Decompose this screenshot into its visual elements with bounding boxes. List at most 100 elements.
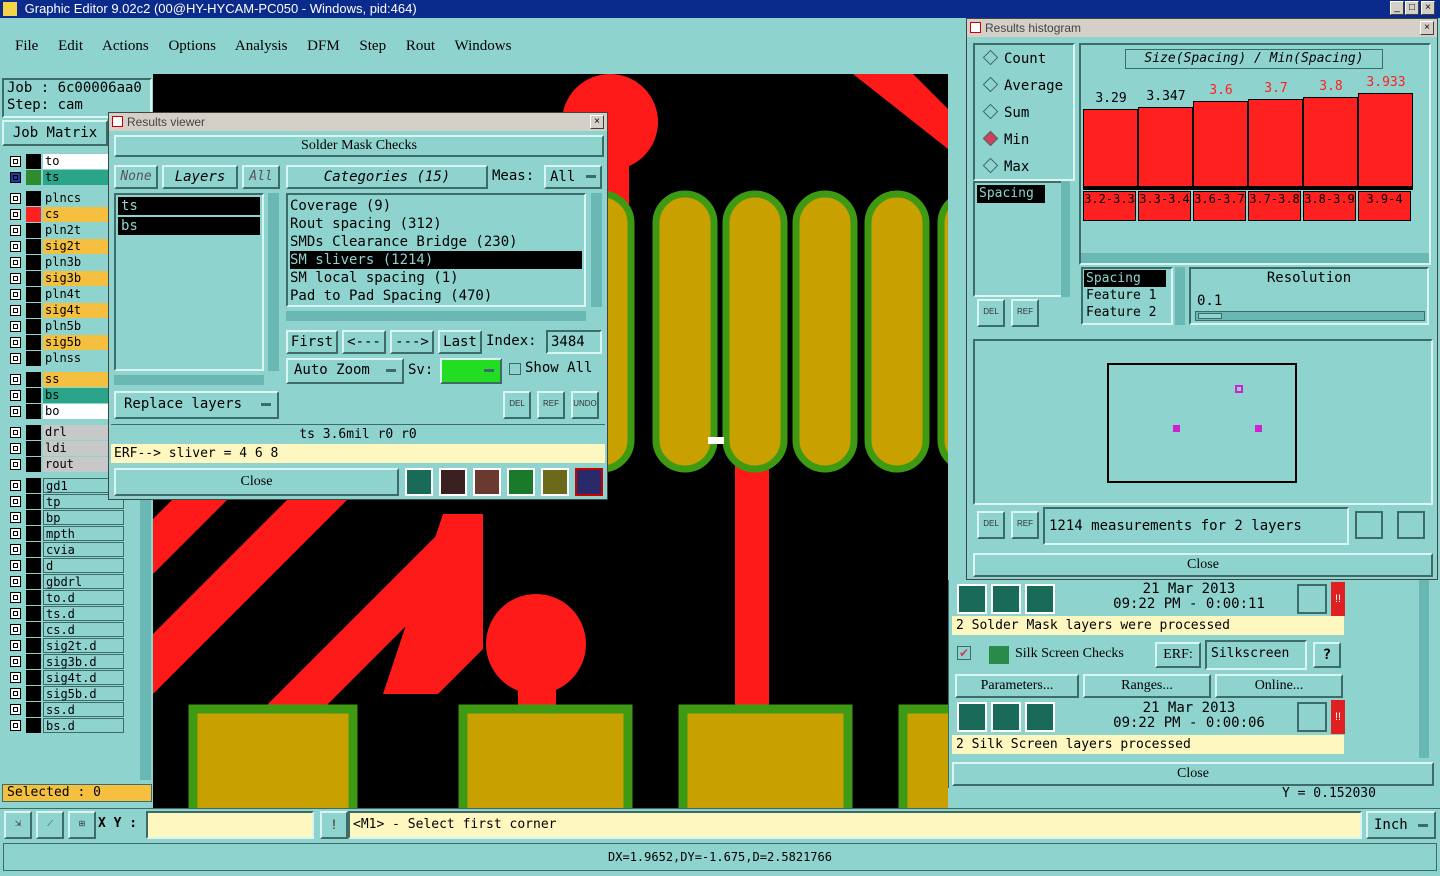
category-item[interactable]: SMDs Clearance Bridge (230)	[290, 233, 582, 251]
layer-checkbox[interactable]	[10, 496, 21, 507]
layer-color-swatch[interactable]	[26, 255, 41, 270]
layer-checkbox[interactable]	[10, 156, 21, 167]
layer-row-ss-d[interactable]: ss.d	[8, 702, 126, 718]
fit-results-icon[interactable]	[1397, 511, 1425, 539]
layer-checkbox[interactable]	[10, 640, 21, 651]
report-icon[interactable]	[405, 468, 433, 496]
menu-windows[interactable]: Windows	[455, 38, 512, 54]
ref-cancel-icon[interactable]	[473, 468, 501, 496]
layer-color-swatch[interactable]	[26, 303, 41, 318]
menu-dfm[interactable]: DFM	[307, 38, 340, 54]
overview-map[interactable]	[973, 339, 1433, 505]
layer-name[interactable]: sig3b.d	[43, 654, 124, 669]
severity-dropdown[interactable]	[440, 358, 502, 384]
layer-color-swatch[interactable]	[26, 207, 41, 222]
layer-checkbox[interactable]	[10, 592, 21, 603]
job-matrix-button[interactable]: Job Matrix	[2, 120, 108, 146]
auto-zoom-dropdown[interactable]: Auto Zoom	[286, 358, 404, 384]
layer-name[interactable]: sig4t.d	[43, 670, 124, 685]
field-item[interactable]: Feature 1	[1084, 287, 1170, 304]
layer-color-swatch[interactable]	[26, 686, 41, 701]
hist-del-button[interactable]: DEL	[977, 299, 1005, 327]
layer-checkbox[interactable]	[10, 672, 21, 683]
layer-checkbox[interactable]	[10, 209, 21, 220]
all-layers-button[interactable]: All	[242, 165, 280, 189]
checks-close-button[interactable]: Close	[952, 762, 1434, 786]
option-average[interactable]: Average	[982, 76, 1063, 94]
menu-step[interactable]: Step	[359, 38, 386, 54]
layer-name[interactable]: d	[43, 558, 124, 573]
layer-color-swatch[interactable]	[26, 526, 41, 541]
layer-checkbox[interactable]	[10, 528, 21, 539]
category-item-selected[interactable]: SM slivers (1214)	[290, 251, 582, 269]
layer-results-list[interactable]: ts bs	[114, 193, 264, 371]
layer-color-swatch[interactable]	[26, 457, 41, 472]
layer-color-swatch[interactable]	[26, 590, 41, 605]
measure-icon[interactable]: ⟋	[36, 811, 64, 839]
layer-checkbox[interactable]	[10, 459, 21, 470]
option-sum[interactable]: Sum	[982, 103, 1029, 121]
layer-color-swatch[interactable]	[26, 223, 41, 238]
layer-name[interactable]: cvia	[43, 542, 124, 557]
resolution-slider[interactable]	[1195, 311, 1425, 321]
layer-checkbox[interactable]	[10, 608, 21, 619]
layer-checkbox[interactable]	[10, 390, 21, 401]
erf-value[interactable]: Silkscreen	[1205, 640, 1307, 670]
layer-name[interactable]: cs.d	[43, 622, 124, 637]
chart-hscrollbar[interactable]	[1081, 253, 1429, 263]
layer-color-swatch[interactable]	[26, 319, 41, 334]
undo-button[interactable]: UNDO	[571, 391, 599, 419]
run-check-icon[interactable]	[991, 702, 1021, 732]
show-all-checkbox[interactable]	[509, 363, 521, 375]
menu-edit[interactable]: Edit	[58, 38, 83, 54]
notes-icon[interactable]	[541, 468, 569, 496]
layer-color-swatch[interactable]	[26, 425, 41, 440]
units-dropdown[interactable]: Inch	[1366, 811, 1436, 839]
layer-checkbox[interactable]	[10, 337, 21, 348]
layer-color-swatch[interactable]	[26, 558, 41, 573]
layer-color-swatch[interactable]	[26, 494, 41, 509]
meas-dropdown[interactable]: All	[544, 165, 602, 189]
ranges-button[interactable]: Ranges...	[1083, 674, 1211, 698]
first-button[interactable]: First	[286, 330, 338, 354]
index-field[interactable]: 3484	[546, 330, 602, 354]
layer-color-swatch[interactable]	[26, 154, 41, 169]
layer-color-swatch[interactable]	[26, 388, 41, 403]
layer-color-swatch[interactable]	[26, 271, 41, 286]
histogram-icon[interactable]	[575, 468, 603, 496]
histogram-bar[interactable]	[1193, 101, 1248, 187]
layer-result-item[interactable]: bs	[118, 217, 260, 235]
silk-check-checkbox[interactable]: ✔	[957, 646, 971, 660]
categories-scrollbar[interactable]	[591, 193, 602, 307]
category-item[interactable]: Pad to Pad Spacing (470)	[290, 287, 582, 305]
layer-row-ts-d[interactable]: ts.d	[8, 606, 126, 622]
maximize-button[interactable]: □	[1405, 1, 1419, 15]
layer-result-item[interactable]: ts	[118, 197, 260, 215]
layer-color-swatch[interactable]	[26, 574, 41, 589]
run-check-icon[interactable]	[957, 584, 987, 614]
layer-color-swatch[interactable]	[26, 478, 41, 493]
layer-row-bs-d[interactable]: bs.d	[8, 718, 126, 734]
histogram-bar[interactable]	[1358, 93, 1413, 187]
last-button[interactable]: Last	[438, 330, 482, 354]
zoom-icon[interactable]	[1297, 702, 1327, 732]
layer-row-bp[interactable]: bp	[8, 510, 126, 526]
menu-actions[interactable]: Actions	[102, 38, 149, 54]
layer-color-swatch[interactable]	[26, 372, 41, 387]
layer-checkbox[interactable]	[10, 512, 21, 523]
layer-color-swatch[interactable]	[26, 702, 41, 717]
layer-color-swatch[interactable]	[26, 718, 41, 733]
slider-thumb[interactable]	[1198, 313, 1222, 319]
histogram-bar[interactable]	[1248, 98, 1303, 187]
categories-button[interactable]: Categories (15)	[286, 165, 488, 189]
layer-row-cvia[interactable]: cvia	[8, 542, 126, 558]
field-item[interactable]: Feature 2	[1084, 304, 1170, 321]
layer-name[interactable]: ss.d	[43, 702, 124, 717]
results-viewer-close-x[interactable]: ×	[590, 115, 604, 129]
histogram-close-button[interactable]: Close	[973, 553, 1433, 577]
layer-checkbox[interactable]	[10, 241, 21, 252]
layer-name[interactable]: bp	[43, 510, 124, 525]
layer-checkbox[interactable]	[10, 289, 21, 300]
histogram-bar[interactable]	[1083, 108, 1138, 187]
close-app-button[interactable]: ×	[1421, 1, 1435, 15]
